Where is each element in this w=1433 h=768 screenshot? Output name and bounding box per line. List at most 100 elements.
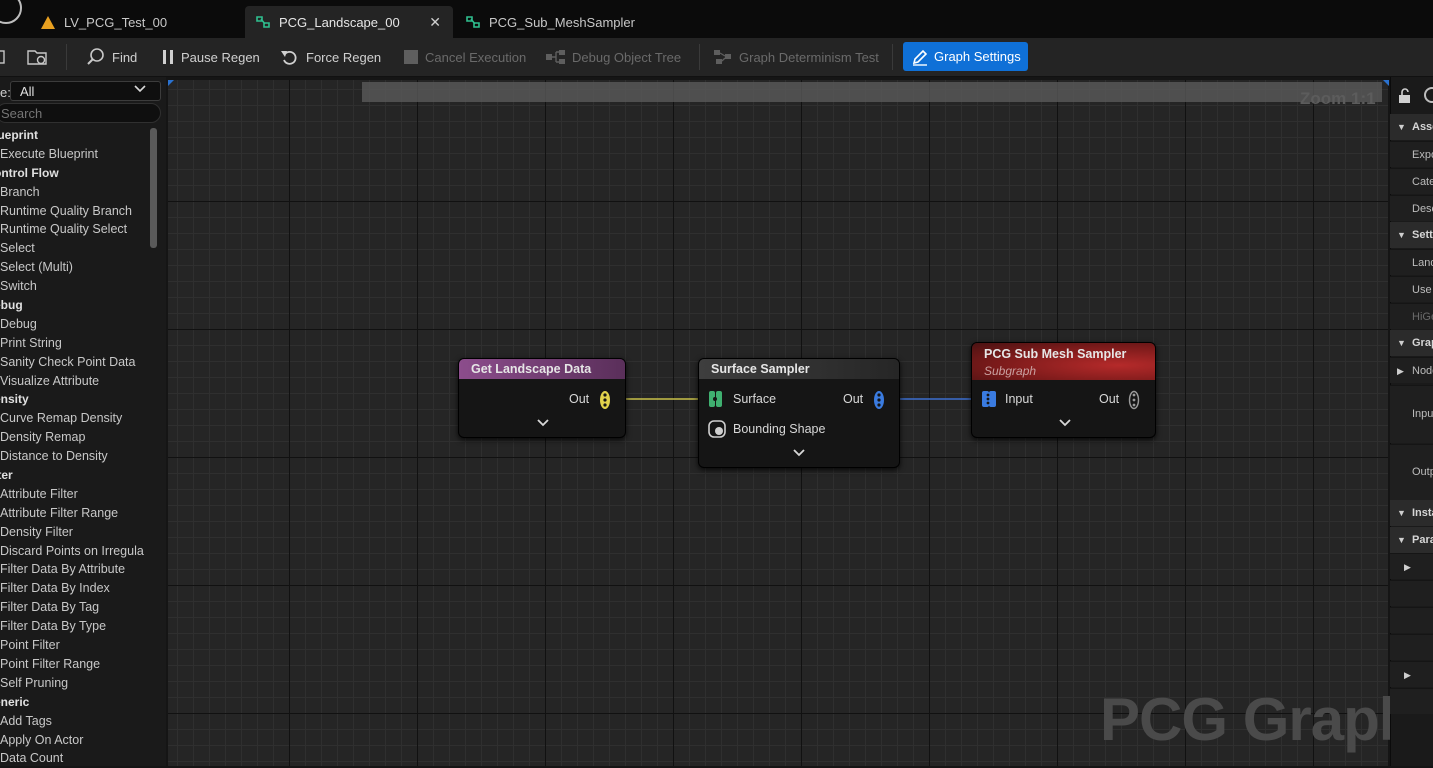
palette-item[interactable]: Select xyxy=(0,239,150,258)
palette-item[interactable]: Attribute Filter xyxy=(0,485,150,504)
details-section-header[interactable]: ▼ Para xyxy=(1390,527,1433,553)
details-section-header[interactable]: ▼ Setti xyxy=(1390,222,1433,248)
palette-item[interactable]: Add Tags xyxy=(0,712,150,731)
palette-item[interactable]: Filter Data By Type xyxy=(0,617,150,636)
palette-item[interactable]: Data Count xyxy=(0,749,150,768)
details-nested-row[interactable] xyxy=(1390,607,1433,633)
details-section-header[interactable]: ▼ Insta xyxy=(1390,500,1433,526)
force-regen-button[interactable]: Force Regen xyxy=(280,38,381,76)
expand-arrow-icon[interactable]: ▶ xyxy=(1404,670,1411,681)
node-surface-sampler[interactable]: Surface Sampler Surface Out Bounding Sha… xyxy=(698,358,900,468)
details-nested-row[interactable] xyxy=(1390,580,1433,606)
graph-determinism-test-button[interactable]: Graph Determinism Test xyxy=(713,38,879,76)
palette-item[interactable]: Branch xyxy=(0,183,150,202)
details-label: Desc xyxy=(1412,203,1433,215)
sampler-out-pin[interactable] xyxy=(873,390,885,413)
debug-object-tree-button[interactable]: Debug Object Tree xyxy=(546,38,681,76)
palette-category[interactable]: ontrol Flow xyxy=(0,164,150,183)
close-icon[interactable]: ✕ xyxy=(429,14,441,31)
details-section-header[interactable]: ▼ Grap xyxy=(1390,330,1433,356)
tab-bar: LV_PCG_Test_00 PCG_Landscape_00 ✕ PCG_Su… xyxy=(0,0,1433,38)
details-nested-row[interactable] xyxy=(1390,688,1433,714)
details-label: Setti xyxy=(1412,229,1433,241)
tab-pcg-sub-meshsampler[interactable]: PCG_Sub_MeshSampler xyxy=(455,6,655,38)
tab-lv-pcg-test[interactable]: LV_PCG_Test_00 xyxy=(22,6,242,38)
expand-chevron-icon[interactable] xyxy=(537,417,549,431)
point-data-out-pin[interactable] xyxy=(599,390,611,413)
palette-item[interactable]: Filter Data By Tag xyxy=(0,598,150,617)
palette-item[interactable]: Distance to Density xyxy=(0,447,150,466)
submesh-out-pin[interactable] xyxy=(1128,390,1140,413)
collapse-arrow-icon[interactable]: ▼ xyxy=(1397,122,1406,132)
unreal-logo-icon[interactable] xyxy=(0,0,22,24)
details-nested-row[interactable]: ▶ xyxy=(1390,661,1433,687)
expand-chevron-icon[interactable] xyxy=(793,447,805,461)
palette-item[interactable]: Runtime Quality Select xyxy=(0,220,150,239)
details-property-row[interactable]: Use xyxy=(1390,276,1433,302)
palette-item[interactable]: Density Filter xyxy=(0,523,150,542)
details-section-header[interactable]: ▼ Asse xyxy=(1390,114,1433,140)
palette-item[interactable]: Filter Data By Attribute xyxy=(0,560,150,579)
lock-icon[interactable] xyxy=(1398,88,1412,107)
input-in-pin[interactable] xyxy=(981,389,999,412)
details-property-row[interactable]: Inpu xyxy=(1390,385,1433,443)
find-button[interactable]: Find xyxy=(86,38,137,76)
node-title: Surface Sampler xyxy=(699,359,899,379)
palette-category[interactable]: lueprint xyxy=(0,126,150,145)
palette-category[interactable]: lter xyxy=(0,466,150,485)
palette-item[interactable]: Filter Data By Index xyxy=(0,579,150,598)
palette-item[interactable]: Sanity Check Point Data xyxy=(0,353,150,372)
palette-item[interactable]: Apply On Actor xyxy=(0,731,150,750)
details-property-row[interactable]: Land xyxy=(1390,249,1433,275)
graph-watermark: PCG Graph xyxy=(1100,686,1415,753)
palette-item[interactable]: Select (Multi) xyxy=(0,258,150,277)
collapse-arrow-icon[interactable]: ▼ xyxy=(1397,535,1406,545)
palette-item[interactable]: Curve Remap Density xyxy=(0,409,150,428)
palette-item[interactable]: Debug xyxy=(0,315,150,334)
graph-settings-button[interactable]: Graph Settings xyxy=(903,42,1028,71)
details-property-row[interactable]: Outp xyxy=(1390,444,1433,500)
collapse-arrow-icon[interactable]: ▼ xyxy=(1397,508,1406,518)
palette-scrollbar[interactable] xyxy=(150,128,157,248)
palette-item[interactable]: Execute Blueprint xyxy=(0,145,150,164)
node-pcg-sub-mesh-sampler[interactable]: PCG Sub Mesh Sampler Subgraph Input Out xyxy=(971,342,1156,438)
surface-in-pin[interactable] xyxy=(708,389,726,412)
bounding-shape-pin-label: Bounding Shape xyxy=(733,422,826,436)
collapse-arrow-icon[interactable]: ▼ xyxy=(1397,338,1406,348)
details-property-row[interactable]: ▶ Node xyxy=(1390,357,1433,383)
cancel-execution-button[interactable]: Cancel Execution xyxy=(403,38,526,76)
pause-regen-button[interactable]: Pause Regen xyxy=(161,38,260,76)
palette-category[interactable]: eneric xyxy=(0,693,150,712)
palette-item[interactable]: Runtime Quality Branch xyxy=(0,202,150,221)
expand-arrow-icon[interactable]: ▶ xyxy=(1404,562,1411,573)
tab-pcg-landscape[interactable]: PCG_Landscape_00 ✕ xyxy=(245,6,453,38)
save-icon[interactable] xyxy=(0,38,6,76)
details-property-row[interactable]: Cate xyxy=(1390,168,1433,194)
settings-icon[interactable] xyxy=(1424,87,1433,103)
palette-item[interactable]: Discard Points on Irregula xyxy=(0,542,150,561)
palette-search-input[interactable] xyxy=(0,103,161,123)
palette-item[interactable]: Density Remap xyxy=(0,428,150,447)
palette-item[interactable]: Print String xyxy=(0,334,150,353)
palette-item[interactable]: Point Filter Range xyxy=(0,655,150,674)
palette-category[interactable]: ebug xyxy=(0,296,150,315)
collapse-arrow-icon[interactable]: ▼ xyxy=(1397,230,1406,240)
details-property-row[interactable]: Expo xyxy=(1390,141,1433,167)
palette-item[interactable]: Switch xyxy=(0,277,150,296)
type-filter-dropdown[interactable]: All xyxy=(10,81,161,101)
details-property-row[interactable]: Desc xyxy=(1390,195,1433,221)
palette-item[interactable]: Point Filter xyxy=(0,636,150,655)
palette-item[interactable]: Self Pruning xyxy=(0,674,150,693)
palette-item[interactable]: Visualize Attribute xyxy=(0,372,150,391)
bounding-shape-in-pin[interactable] xyxy=(708,419,728,442)
node-get-landscape-data[interactable]: Get Landscape Data Out xyxy=(458,358,626,438)
details-label: Use xyxy=(1412,284,1432,296)
palette-category[interactable]: ensity xyxy=(0,390,150,409)
browse-folder-icon[interactable] xyxy=(26,38,50,76)
palette-item[interactable]: Attribute Filter Range xyxy=(0,504,150,523)
details-nested-row[interactable] xyxy=(1390,634,1433,660)
expand-arrow-icon[interactable]: ▶ xyxy=(1397,366,1404,377)
details-property-row[interactable]: HiGe xyxy=(1390,303,1433,329)
expand-chevron-icon[interactable] xyxy=(1059,417,1071,431)
details-nested-row[interactable]: ▶ xyxy=(1390,553,1433,579)
